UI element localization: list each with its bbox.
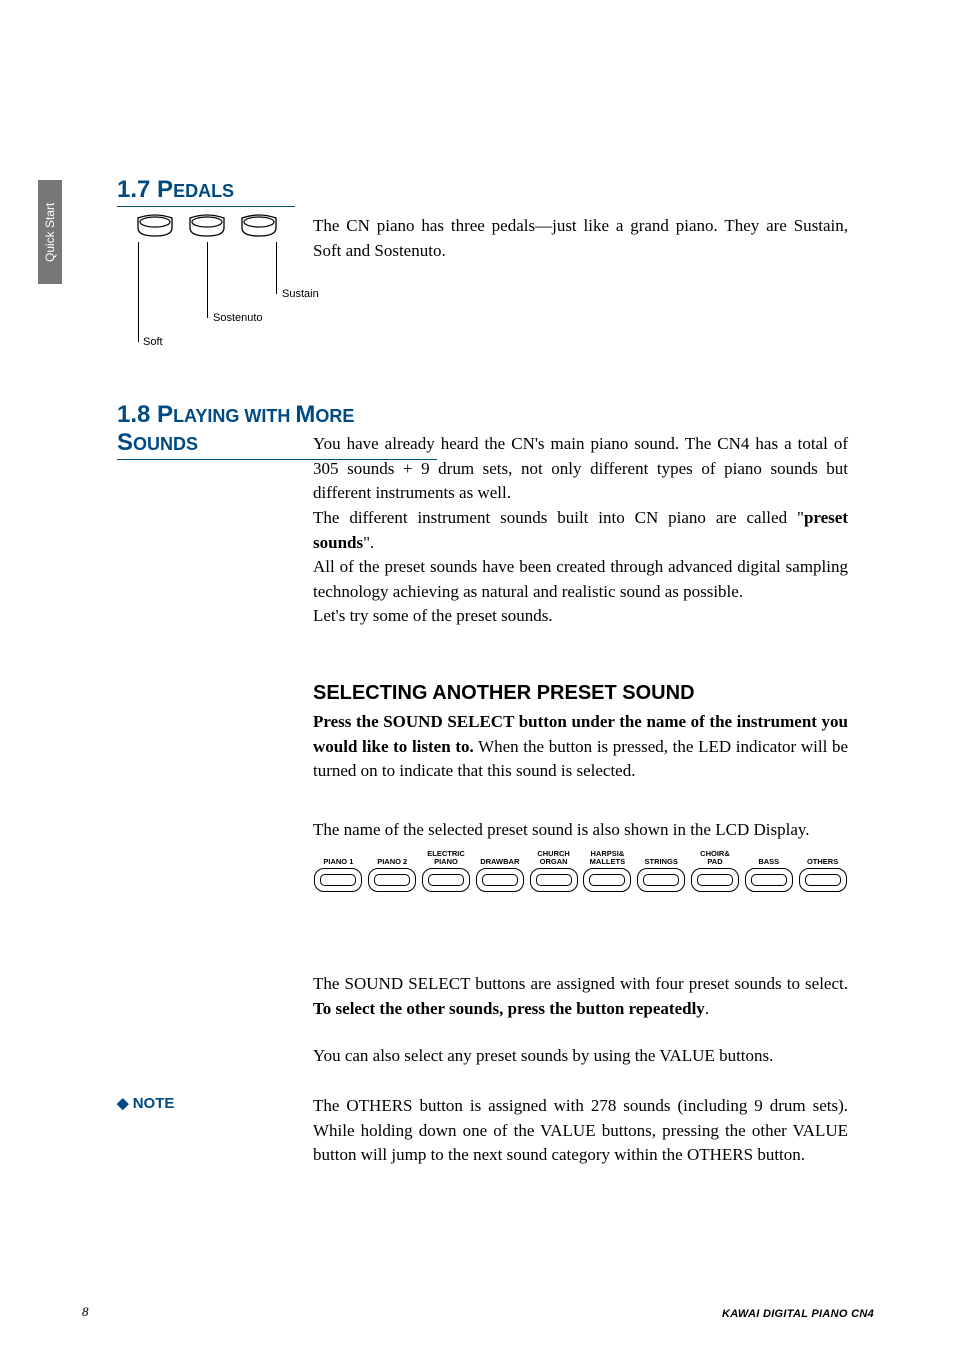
sound-button: PIANO 2 [367,850,418,892]
sound-select-buttons-diagram: PIANO 1 PIANO 2 ELECTRIC PIANO DRAWBAR CHURC… [313,850,848,892]
section-1-8-intro: You have already heard the CN's main pia… [313,432,848,629]
side-tab: Quick Start [38,180,62,284]
sound-button: HARPSI& MALLETS [582,850,633,892]
title-word: PEDALS [157,176,234,203]
sound-button: CHURCH ORGAN [528,850,579,892]
sound-button-icon [476,868,524,892]
pedal-sostenuto-icon [186,214,228,240]
sound-button: BASS [743,850,794,892]
sound-button-icon [530,868,578,892]
sound-button-icon [583,868,631,892]
sound-button: CHOIR& PAD [690,850,741,892]
sound-button-label: DRAWBAR [480,850,519,866]
para-value-buttons: You can also select any preset sounds by… [313,1044,848,1069]
sound-button-label: HARPSI& MALLETS [590,850,625,866]
sound-button: STRINGS [636,850,687,892]
para: Let's try some of the preset sounds. [313,604,848,629]
pedal-diagram: Sustain Sostenuto Soft [117,214,297,354]
sound-button-icon [745,868,793,892]
section-1-7-title: 1.7 PEDALS [117,176,295,207]
para: All of the preset sounds have been creat… [313,555,848,604]
para-four-preset: The SOUND SELECT buttons are assigned wi… [313,972,848,1021]
sound-button-label: ELECTRIC PIANO [427,850,465,866]
section-number: 1.8 [117,401,150,428]
line [276,242,277,294]
page: Quick Start 1.7 PEDALS The CN piano has … [0,0,954,1348]
sound-button-label: BASS [758,850,779,866]
sound-button-label: PIANO 1 [323,850,353,866]
sound-button-icon [637,868,685,892]
section-1-7-body: The CN piano has three pedals—just like … [313,214,848,263]
pedal-sustain-icon [238,214,280,240]
sound-button-label: OTHERS [807,850,838,866]
pedal-soft-label: Soft [143,336,163,348]
sound-button-label: STRINGS [645,850,678,866]
sound-button-icon [691,868,739,892]
sound-button-icon [799,868,847,892]
sound-button-icon [368,868,416,892]
para: You have already heard the CN's main pia… [313,432,848,506]
sound-button-icon [422,868,470,892]
note-body: The OTHERS button is assigned with 278 s… [313,1094,848,1168]
pedal-sustain-label: Sustain [282,288,319,300]
para-press-sound-select: Press the SOUND SELECT button under the … [313,710,848,784]
sound-button-label: PIANO 2 [377,850,407,866]
sound-button: PIANO 1 [313,850,364,892]
sound-button: DRAWBAR [474,850,525,892]
para: The different instrument sounds built in… [313,506,848,555]
section-number: 1.7 [117,176,150,203]
sound-button-icon [314,868,362,892]
para-lcd-display: The name of the selected preset sound is… [313,818,848,843]
pedal-soft-icon [134,214,176,240]
sound-button: ELECTRIC PIANO [421,850,472,892]
note-label: NOTE [117,1094,174,1112]
line [138,242,139,342]
sound-button: OTHERS [797,850,848,892]
product-name: KAWAI DIGITAL PIANO CN4 [722,1308,874,1320]
subheading-selecting-preset: SELECTING ANOTHER PRESET SOUND [313,682,695,705]
sound-button-label: CHURCH ORGAN [537,850,570,866]
sound-button-label: CHOIR& PAD [700,850,730,866]
footer: 8 KAWAI DIGITAL PIANO CN4 [82,1304,874,1320]
line [207,242,208,318]
page-number: 8 [82,1304,89,1320]
pedal-sostenuto-label: Sostenuto [213,312,263,324]
